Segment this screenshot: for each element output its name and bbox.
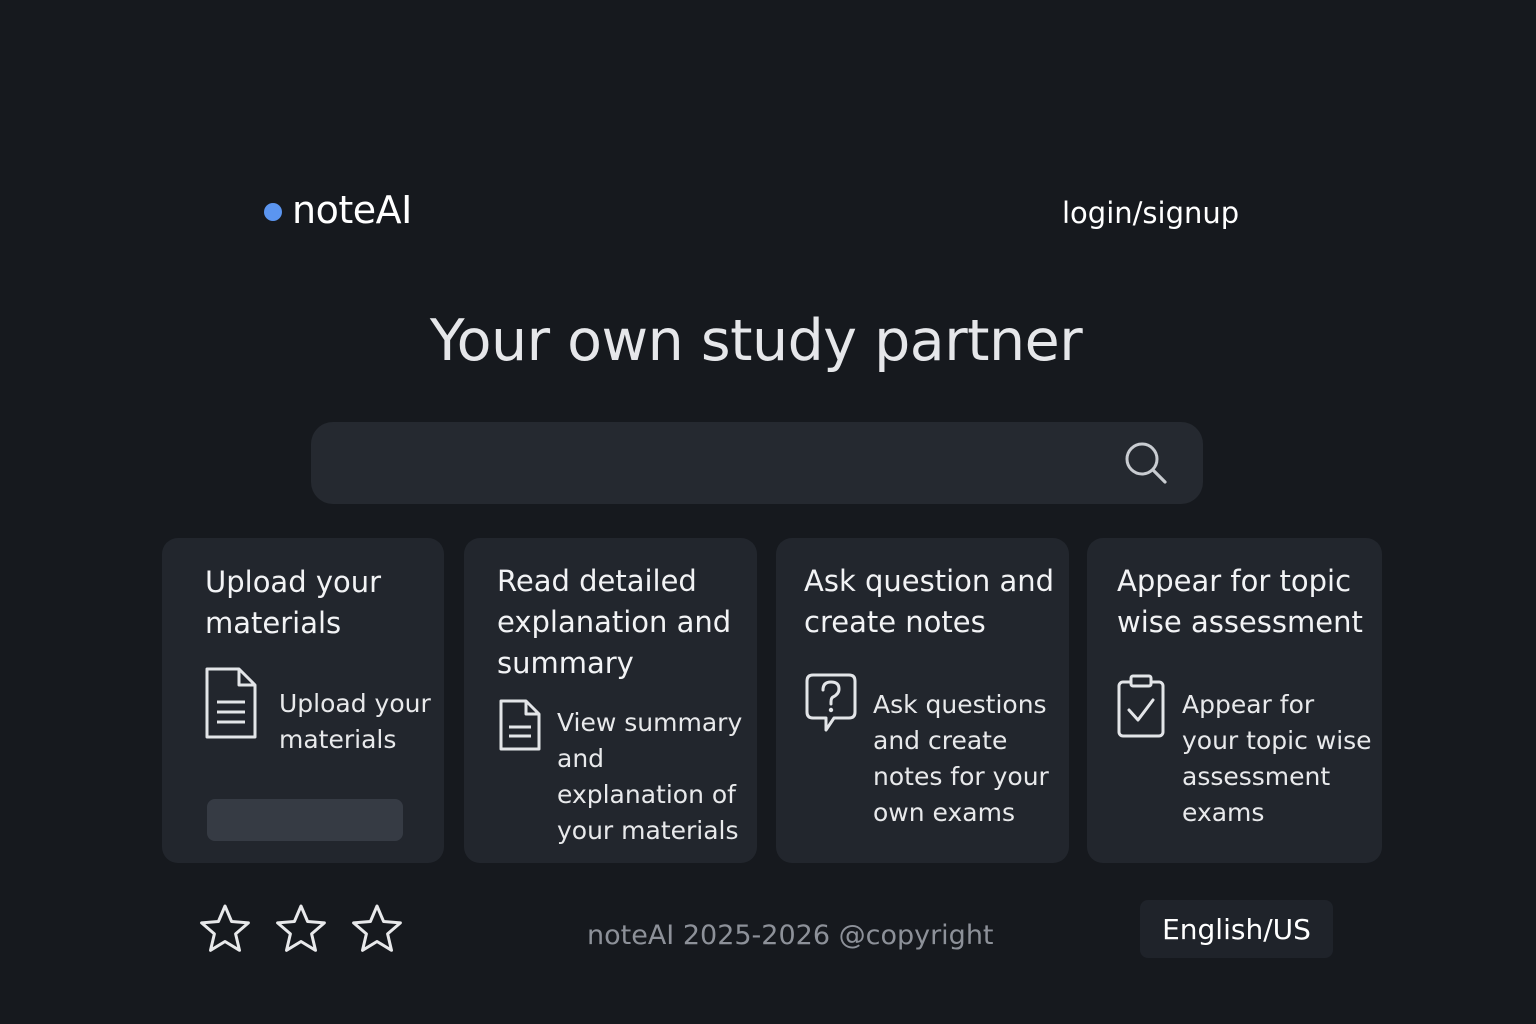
- search-icon: [1125, 442, 1167, 484]
- question-bubble-icon: [804, 672, 858, 738]
- card-description: Upload your materials: [279, 689, 431, 754]
- brand-logo[interactable]: noteAI: [264, 188, 412, 232]
- search-bar: [311, 422, 1203, 506]
- star-icon[interactable]: [198, 902, 252, 956]
- search-input[interactable]: [335, 422, 1099, 506]
- star-icon[interactable]: [350, 902, 404, 956]
- card-description: Appear for your topic wise assessment ex…: [1182, 690, 1372, 827]
- card-title: Appear for topic wise assessment: [1117, 564, 1363, 639]
- clipboard-check-icon: [1116, 673, 1166, 743]
- card-read-summary[interactable]: Read detailed explanation and summary Vi…: [464, 538, 757, 863]
- hero-title: Your own study partner: [429, 308, 1083, 374]
- card-description: Ask questions and create notes for your …: [873, 690, 1049, 827]
- star-icon[interactable]: [274, 902, 328, 956]
- brand-name: noteAI: [292, 188, 412, 232]
- language-selector[interactable]: English/US: [1140, 900, 1333, 958]
- card-upload-materials[interactable]: Upload your materials Upload your materi…: [162, 538, 444, 863]
- logo-dot-icon: [264, 203, 282, 221]
- landing-page: noteAI login/signup Your own study partn…: [0, 0, 1536, 1024]
- document-icon: [498, 698, 542, 756]
- copyright-text: noteAI 2025-2026 @copyright: [587, 920, 994, 951]
- upload-button[interactable]: [207, 799, 403, 841]
- login-signup-link[interactable]: login/signup: [1062, 196, 1239, 230]
- card-description: View summary and explanation of your mat…: [557, 708, 743, 845]
- card-assessment[interactable]: Appear for topic wise assessment Appear …: [1087, 538, 1382, 863]
- rating-stars: [198, 902, 426, 956]
- card-ask-question[interactable]: Ask question and create notes Ask questi…: [776, 538, 1069, 863]
- card-title: Ask question and create notes: [804, 564, 1055, 639]
- document-icon: [204, 666, 258, 744]
- card-title: Read detailed explanation and summary: [497, 564, 732, 680]
- card-title: Upload your materials: [205, 565, 382, 640]
- search-button[interactable]: [1121, 438, 1171, 488]
